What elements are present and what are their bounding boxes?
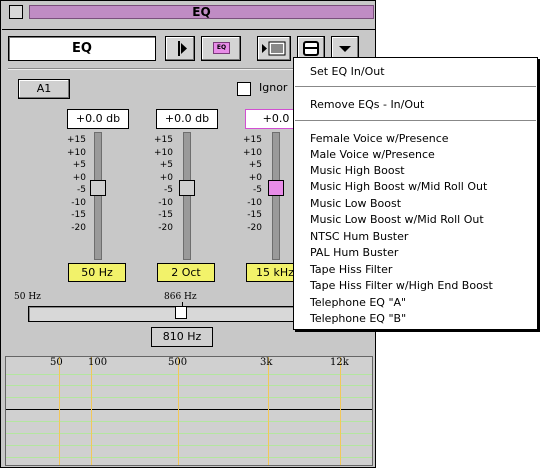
gain-slider-2-thumb[interactable] [179,180,195,196]
eq-name-field[interactable]: EQ [8,36,156,61]
graph-freq-line [178,357,179,465]
gain-slider-3-thumb[interactable] [268,180,284,196]
gain-field-1[interactable]: +0.0 db [67,109,129,129]
filmstrip-icon [262,41,286,56]
gain-slider-1[interactable] [94,132,102,260]
eq-toggle-button[interactable]: EQ [201,36,241,61]
menu-divider [295,120,536,121]
menu-item-preset[interactable]: PAL Hum Buster [310,246,398,259]
menu-item-preset[interactable]: Music High Boost [310,164,405,177]
ignore-checkbox[interactable] [237,82,251,96]
menu-item-preset[interactable]: NTSC Hum Buster [310,230,408,243]
gain-slider-3[interactable] [272,132,280,260]
gain-scale-1: +15 +10 +5 +0 -5 -10 -15 -20 [67,135,86,233]
ignore-label: Ignor [259,81,288,94]
graph-label-100: 100 [88,357,108,368]
menu-item-preset[interactable]: Music Low Boost w/Mid Roll Out [310,213,484,226]
close-box[interactable] [9,5,23,19]
menu-item-preset[interactable]: Female Voice w/Presence [310,132,449,145]
eq-graph: 50 100 500 3k 12k [5,356,373,466]
play-bypass-icon [178,41,187,56]
menu-item-preset[interactable]: Music Low Boost [310,197,401,210]
gain-scale-2: +15 +10 +5 +0 -5 -10 -15 -20 [154,135,173,233]
graph-gridline [6,433,372,434]
graph-freq-line [59,357,60,465]
band-select-button[interactable]: A1 [18,79,70,99]
gain-scale-3: +15 +10 +5 +0 -5 -10 -15 -20 [243,135,262,233]
graph-zero-line [6,409,372,410]
menu-item-preset[interactable]: Telephone EQ "B" [310,312,406,325]
menu-item-preset[interactable]: Male Voice w/Presence [310,148,435,161]
filmstrip-button[interactable] [257,36,291,61]
slider-min-label: 50 Hz [14,292,41,302]
menu-item-set-eq-in-out[interactable]: Set EQ In/Out [310,65,385,78]
bypass-button[interactable] [165,36,195,61]
menu-item-preset[interactable]: Telephone EQ "A" [310,296,406,309]
graph-gridline [6,445,372,446]
graph-freq-line [268,357,269,465]
band-label-freq[interactable]: 50 Hz [68,263,126,282]
graph-label-3k: 3k [260,357,273,368]
menu-divider [295,86,536,87]
slider-mid-label: 866 Hz [164,292,197,302]
gain-field-2[interactable]: +0.0 db [156,109,218,129]
menu-item-preset[interactable]: Tape Hiss Filter [310,263,392,276]
graph-label-500: 500 [168,357,188,368]
eq-badge-icon: EQ [213,42,230,54]
graph-freq-line [340,357,341,465]
menu-item-preset[interactable]: Music High Boost w/Mid Roll Out [310,180,487,193]
gain-slider-1-thumb[interactable] [90,180,106,196]
band-label-width[interactable]: 2 Oct [157,263,215,282]
graph-gridline [6,374,372,375]
title-bar[interactable]: EQ [2,2,375,30]
graph-freq-line [91,357,92,465]
graph-label-12k: 12k [330,357,349,368]
graph-gridline [6,397,372,398]
eq-presets-menu: Set EQ In/Out Remove EQs - In/Out Female… [293,57,538,330]
frequency-slider-thumb[interactable] [175,306,187,319]
menu-item-remove-eqs[interactable]: Remove EQs - In/Out [310,98,424,111]
menu-item-preset[interactable]: Tape Hiss Filter w/High End Boost [310,279,493,292]
frequency-value[interactable]: 810 Hz [151,327,213,347]
gain-slider-2[interactable] [183,132,191,260]
graph-gridline [6,421,372,422]
graph-gridline [6,457,372,458]
window-title: EQ [29,5,374,19]
graph-gridline [6,385,372,386]
graph-label-50: 50 [50,357,63,368]
